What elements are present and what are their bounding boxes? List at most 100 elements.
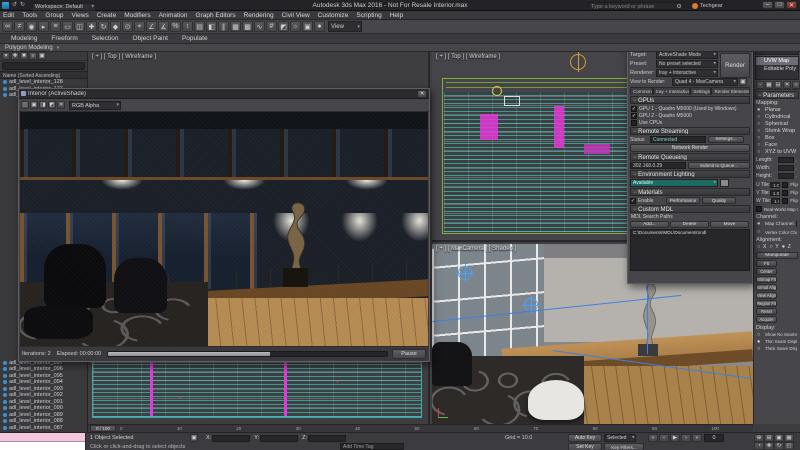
viewport-nav-icon[interactable]: ⊞	[764, 434, 774, 442]
render-window-close-button[interactable]: ✕	[417, 90, 427, 98]
radio-icon[interactable]: ●	[757, 221, 765, 227]
view-to-render-dropdown[interactable]: Quad 4 - MaxCamera	[672, 78, 738, 86]
selection-lock-icon[interactable]: ▣	[190, 434, 198, 442]
menu-item[interactable]: Modifiers	[124, 12, 150, 19]
value-field[interactable]	[778, 157, 794, 163]
alignment-button[interactable]: Acquire	[756, 316, 777, 323]
viewport-label[interactable]: [ + ] [ MaxCamera ] [ Shaded ]	[436, 246, 516, 252]
environment-swatch[interactable]	[720, 179, 729, 187]
checkbox[interactable]: ✓	[631, 106, 637, 112]
radio-option[interactable]: ○Thick Seam Display	[757, 345, 797, 352]
maxscript-mini-listener[interactable]	[0, 433, 86, 450]
value-field[interactable]: 1.0	[770, 182, 780, 188]
viewport-nav-icon[interactable]: ◔	[754, 442, 764, 450]
render-tool-icon[interactable]: ✕	[57, 101, 65, 109]
z-field[interactable]	[308, 435, 346, 442]
viewport-nav-icon[interactable]: ▣	[774, 434, 784, 442]
y-field[interactable]	[260, 435, 298, 442]
radio-option[interactable]: ●Thin Seam Display	[757, 338, 797, 345]
explorer-column-header[interactable]: Name (Sorted Ascending)	[0, 71, 87, 79]
custom-mdl-rollout[interactable]: Custom MDL	[630, 205, 750, 213]
toolbar-icon[interactable]: ✚	[86, 21, 97, 32]
radio-option[interactable]: ●Planar	[757, 106, 797, 113]
gpu-row[interactable]: Use CPUs	[631, 119, 749, 126]
viewport-label[interactable]: [ + ] [ Top ] [ Wireframe ]	[436, 54, 500, 60]
set-key-button[interactable]: Set Key	[568, 443, 602, 450]
map-channel-field[interactable]: 1	[796, 221, 797, 227]
time-slider-handle[interactable]: 0 / 100	[90, 425, 116, 432]
toolbar-icon[interactable]: ▩	[242, 21, 253, 32]
materials-rollout[interactable]: Materials	[630, 188, 750, 196]
explorer-tool-icon[interactable]: ▣	[38, 52, 46, 60]
value-field[interactable]	[778, 173, 794, 179]
alignment-button[interactable]: Normal Align	[756, 284, 777, 291]
axis-radio[interactable]: ○X	[757, 244, 766, 250]
x-field[interactable]	[212, 435, 250, 442]
radio-icon[interactable]: ○	[757, 332, 765, 338]
stack-tool-icon[interactable]: ▦	[765, 81, 773, 89]
listener-script-line[interactable]	[0, 442, 85, 450]
remote-streaming-rollout[interactable]: Remote Streaming	[630, 127, 750, 135]
gpu-row[interactable]: ✓GPU 1 - Quadro M5000 (Used by Windows)	[631, 105, 749, 112]
render-window-titlebar[interactable]: Interior (ActiveShade) ✕	[19, 89, 429, 99]
explorer-tool-icon[interactable]: ✖	[20, 52, 28, 60]
menu-item[interactable]: Tools	[22, 12, 37, 19]
alignment-button[interactable]: Bitmap Fit	[756, 276, 777, 283]
toolbar-icon[interactable]: ◩	[278, 21, 289, 32]
current-frame-field[interactable]: 0	[704, 434, 724, 442]
list-item[interactable]: adl_level_interior_087	[0, 425, 87, 432]
toolbar-icon[interactable]: ◫	[74, 21, 85, 32]
value-field[interactable]: 1.0	[771, 198, 780, 204]
gpus-rollout[interactable]: GPUs	[630, 96, 750, 104]
explorer-search-input[interactable]	[2, 62, 85, 70]
mdl-button[interactable]: Move	[710, 221, 749, 228]
environment-dropdown[interactable]: Available	[630, 179, 718, 187]
alignment-button[interactable]: Center	[756, 268, 777, 275]
radio-option[interactable]: ○Spherical	[757, 120, 797, 127]
viewport-nav-icon[interactable]: ↻	[774, 442, 784, 450]
alignment-button[interactable]: View Align	[756, 292, 777, 299]
radio-option[interactable]: ○Box	[757, 134, 797, 141]
ribbon-strip[interactable]: Polygon Modeling▾	[0, 44, 800, 52]
alignment-button[interactable]: Fit	[756, 260, 777, 267]
render-button[interactable]: Render	[720, 53, 750, 78]
flip-checkbox[interactable]	[782, 182, 788, 188]
value-field[interactable]: 1.0	[770, 190, 780, 196]
minimize-button[interactable]: –	[762, 1, 773, 9]
pause-button[interactable]: Pause	[392, 349, 426, 359]
ribbon-tab[interactable]: Freeform	[44, 34, 84, 43]
radio-icon[interactable]: ○	[757, 135, 765, 141]
render-tool-icon[interactable]: ▣	[30, 101, 38, 109]
mdl-path-item[interactable]: C:\Documents\MDL\Documents\mdl	[633, 230, 747, 236]
playback-icon[interactable]: «	[648, 434, 658, 442]
toolbar-icon[interactable]: ▭	[62, 21, 73, 32]
axis-radio[interactable]: ●Z	[782, 244, 791, 250]
playback-icon[interactable]: ›	[681, 434, 691, 442]
remote-queueing-rollout[interactable]: Remote Queueing	[630, 153, 750, 161]
viewport-nav-icon[interactable]: ◰	[784, 442, 794, 450]
renderer-dropdown[interactable]: Iray + Interactive	[656, 69, 718, 77]
toolbar-icon[interactable]: ↕	[182, 21, 193, 32]
target-dropdown[interactable]: ActiveShade Mode	[656, 51, 718, 59]
playback-icon[interactable]: ▶	[670, 434, 680, 442]
materials-mode-button[interactable]: Performance	[666, 197, 700, 204]
menu-item[interactable]: Animation	[159, 12, 188, 19]
checkbox[interactable]: ✓	[631, 113, 637, 119]
stack-item[interactable]: Editable Poly	[756, 65, 798, 73]
mdl-path-list[interactable]: C:\Documents\MDL\Documents\mdl	[630, 229, 750, 271]
selection-set-dropdown[interactable]: Selected	[604, 434, 636, 442]
toolbar-icon[interactable]: ◧	[206, 21, 217, 32]
render-tool-icon[interactable]: ◫	[21, 101, 29, 109]
viewport-nav-icon[interactable]: ✚	[764, 442, 774, 450]
channel-dropdown[interactable]: RGB Alpha	[69, 101, 121, 110]
undo-quick-icon[interactable]: ↺	[12, 1, 17, 8]
radio-icon[interactable]: ○	[757, 229, 765, 235]
toolbar-icon[interactable]: ☼	[290, 21, 301, 32]
radio-option[interactable]: ○Cylindrical	[757, 113, 797, 120]
manipulate-button[interactable]: Manipulate	[756, 252, 798, 259]
toolbar-icon[interactable]: ◉	[26, 21, 37, 32]
explorer-tool-icon[interactable]: ≡	[29, 52, 37, 60]
toolbar-icon[interactable]: ⌖	[134, 21, 145, 32]
sculpture[interactable]	[636, 280, 662, 346]
viewport-label[interactable]: [ + ] [ Top ] [ Wireframe ]	[92, 54, 156, 60]
